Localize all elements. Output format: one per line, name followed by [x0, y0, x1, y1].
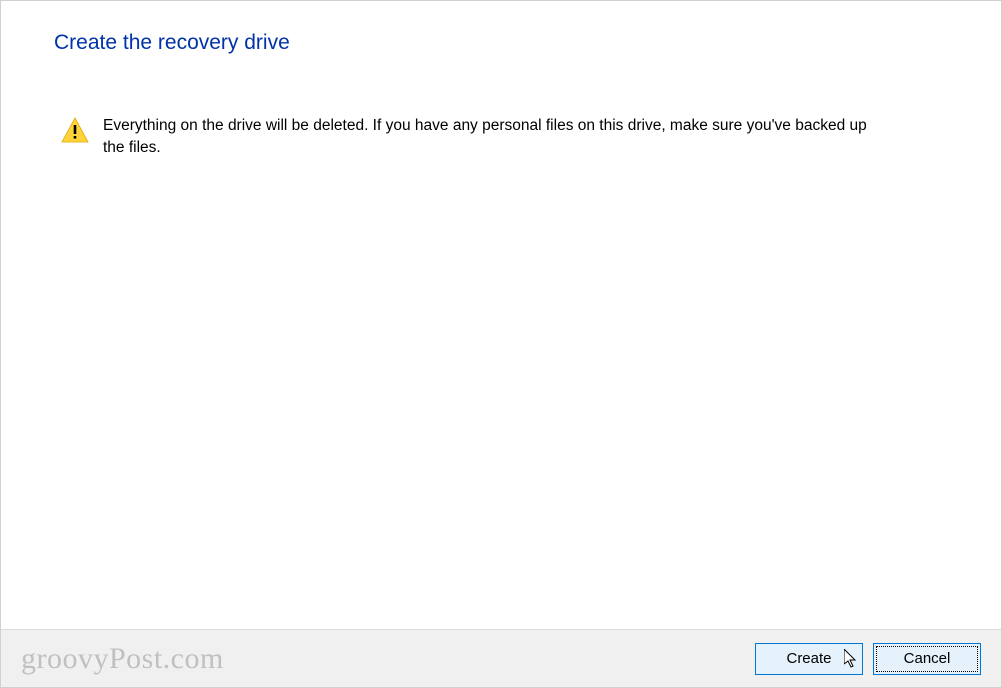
- cancel-button[interactable]: Cancel: [873, 643, 981, 675]
- create-button[interactable]: Create: [755, 643, 863, 675]
- warning-icon: [61, 117, 89, 148]
- watermark-text: groovyPost.com: [21, 642, 224, 676]
- warning-message: Everything on the drive will be deleted.…: [103, 115, 883, 160]
- dialog-footer: groovyPost.com Create Cancel: [1, 629, 1001, 687]
- recovery-drive-dialog: Create the recovery drive Everything on …: [0, 0, 1002, 688]
- content-area: Everything on the drive will be deleted.…: [1, 55, 1001, 160]
- page-title: Create the recovery drive: [1, 1, 1001, 55]
- button-row: Create Cancel: [755, 643, 981, 675]
